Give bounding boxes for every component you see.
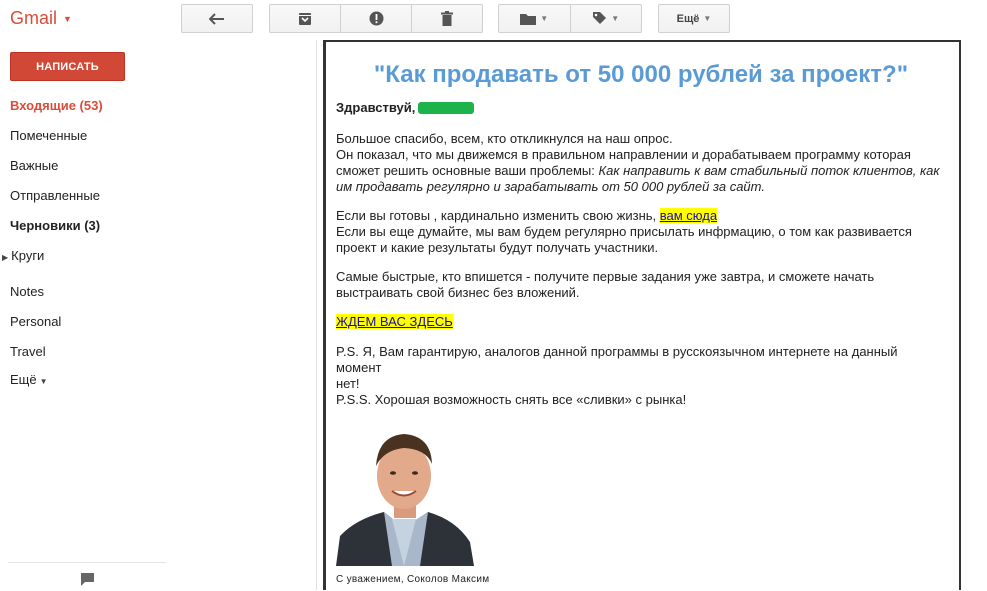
text-line: Самые быстрые, кто впишется - получите п… [336, 269, 875, 284]
folder-icon [520, 13, 537, 25]
paragraph-2: Если вы готовы , кардинально изменить св… [336, 208, 946, 256]
move-to-button[interactable]: ▼ [499, 5, 571, 32]
chevron-down-icon: ▼ [703, 14, 712, 23]
text-line: сможет решить основные ваши проблемы: Ка… [336, 163, 946, 179]
sidebar-item-label: Круги [11, 248, 45, 263]
postscript: P.S. Я, Вам гарантирую, аналогов данной … [336, 344, 946, 408]
paragraph-3: Самые быстрые, кто впишется - получите п… [336, 269, 946, 301]
top-toolbar: Gmail ▼ ▼ ▼ Ещё ▼ [0, 0, 987, 40]
text-line: P.S. Я, Вам гарантирую, аналогов данной … [336, 344, 898, 375]
text-line: P.S.S. Хорошая возможность снять все «сл… [336, 392, 687, 407]
text-span: сможет решить основные ваши проблемы: [336, 163, 599, 178]
cta-link[interactable]: ЖДЕМ ВАС ЗДЕСЬ [336, 314, 453, 329]
text-line: выстраивать свой бизнес без вложений. [336, 285, 580, 300]
redacted-name [418, 102, 475, 114]
sidebar-item-label: Ещё [10, 372, 37, 387]
organize-group: ▼ ▼ [498, 4, 642, 33]
sidebar-item-sent[interactable]: Отправленные [10, 187, 100, 205]
sidebar-item-travel[interactable]: Travel [10, 343, 46, 361]
report-spam-button[interactable] [341, 5, 412, 32]
compose-button[interactable]: НАПИСАТЬ [10, 52, 125, 81]
sidebar: НАПИСАТЬ Входящие (53) Помеченные Важные… [0, 40, 170, 590]
more-label: Ещё [676, 12, 700, 25]
back-button[interactable] [182, 5, 252, 32]
chevron-down-icon: ▼ [39, 377, 48, 386]
paragraph-1: Большое спасибо, всем, кто откликнулся н… [336, 131, 946, 195]
delete-button[interactable] [412, 5, 482, 32]
cta-line: ЖДЕМ ВАС ЗДЕСЬ [336, 314, 946, 330]
gmail-logo: Gmail [10, 8, 58, 28]
chat-icon[interactable] [81, 573, 94, 591]
sidebar-item-notes[interactable]: Notes [10, 283, 44, 301]
message-headline: "Как продавать от 50 000 рублей за проек… [373, 61, 909, 88]
sidebar-item-drafts[interactable]: Черновики (3) [10, 217, 100, 235]
sidebar-divider [8, 562, 166, 563]
label-tag-icon [593, 12, 607, 24]
sidebar-item-starred[interactable]: Помеченные [10, 127, 87, 145]
text-line: Он показал, что мы движемся в правильном… [336, 147, 911, 162]
sidebar-item-more[interactable]: Ещё ▼ [10, 371, 48, 389]
italic-text: Как направить к вам стабильный поток кли… [598, 163, 940, 178]
sidebar-item-inbox[interactable]: Входящие (53) [10, 97, 103, 115]
text-line: Большое спасибо, всем, кто откликнулся н… [336, 131, 673, 146]
back-arrow-icon [209, 12, 224, 25]
more-button[interactable]: Ещё ▼ [659, 5, 729, 32]
text-line: им продавать регулярно и зарабатывать от… [336, 179, 946, 195]
action-group [269, 4, 483, 33]
more-group: Ещё ▼ [658, 4, 730, 33]
archive-button[interactable] [270, 5, 341, 32]
sidebar-item-important[interactable]: Важные [10, 157, 58, 175]
labels-button[interactable]: ▼ [571, 5, 642, 32]
chevron-down-icon: ▼ [540, 14, 549, 23]
greeting-text: Здравствуй, [336, 100, 416, 115]
chevron-down-icon: ▼ [611, 14, 620, 23]
chevron-down-icon: ▼ [63, 13, 72, 24]
text-line: нет! [336, 376, 360, 391]
archive-icon [299, 12, 311, 25]
pane-divider [316, 40, 317, 590]
italic-text: им продавать регулярно и зарабатывать от… [336, 179, 765, 194]
message-pane: "Как продавать от 50 000 рублей за проек… [323, 40, 961, 590]
greeting: Здравствуй, [336, 100, 475, 116]
sidebar-item-personal[interactable]: Personal [10, 313, 61, 331]
text-line: Если вы готовы , кардинально изменить св… [336, 208, 946, 224]
text-line: Если вы еще думайте, мы вам будем регуля… [336, 224, 912, 239]
text-line: проект и какие результаты будут получать… [336, 240, 659, 255]
gmail-menu[interactable]: Gmail ▼ [10, 8, 72, 29]
author-photo [336, 424, 474, 566]
back-group [181, 4, 253, 33]
sidebar-item-circles[interactable]: ▶ Круги [2, 247, 44, 265]
trash-icon [441, 11, 453, 26]
signature: С уважением, Соколов Максим [336, 574, 490, 585]
link-here[interactable]: вам сюда [659, 208, 718, 223]
spam-icon [369, 11, 383, 26]
text-span: Если вы готовы , кардинально изменить св… [336, 208, 660, 223]
expand-arrow-icon[interactable]: ▶ [2, 253, 8, 262]
